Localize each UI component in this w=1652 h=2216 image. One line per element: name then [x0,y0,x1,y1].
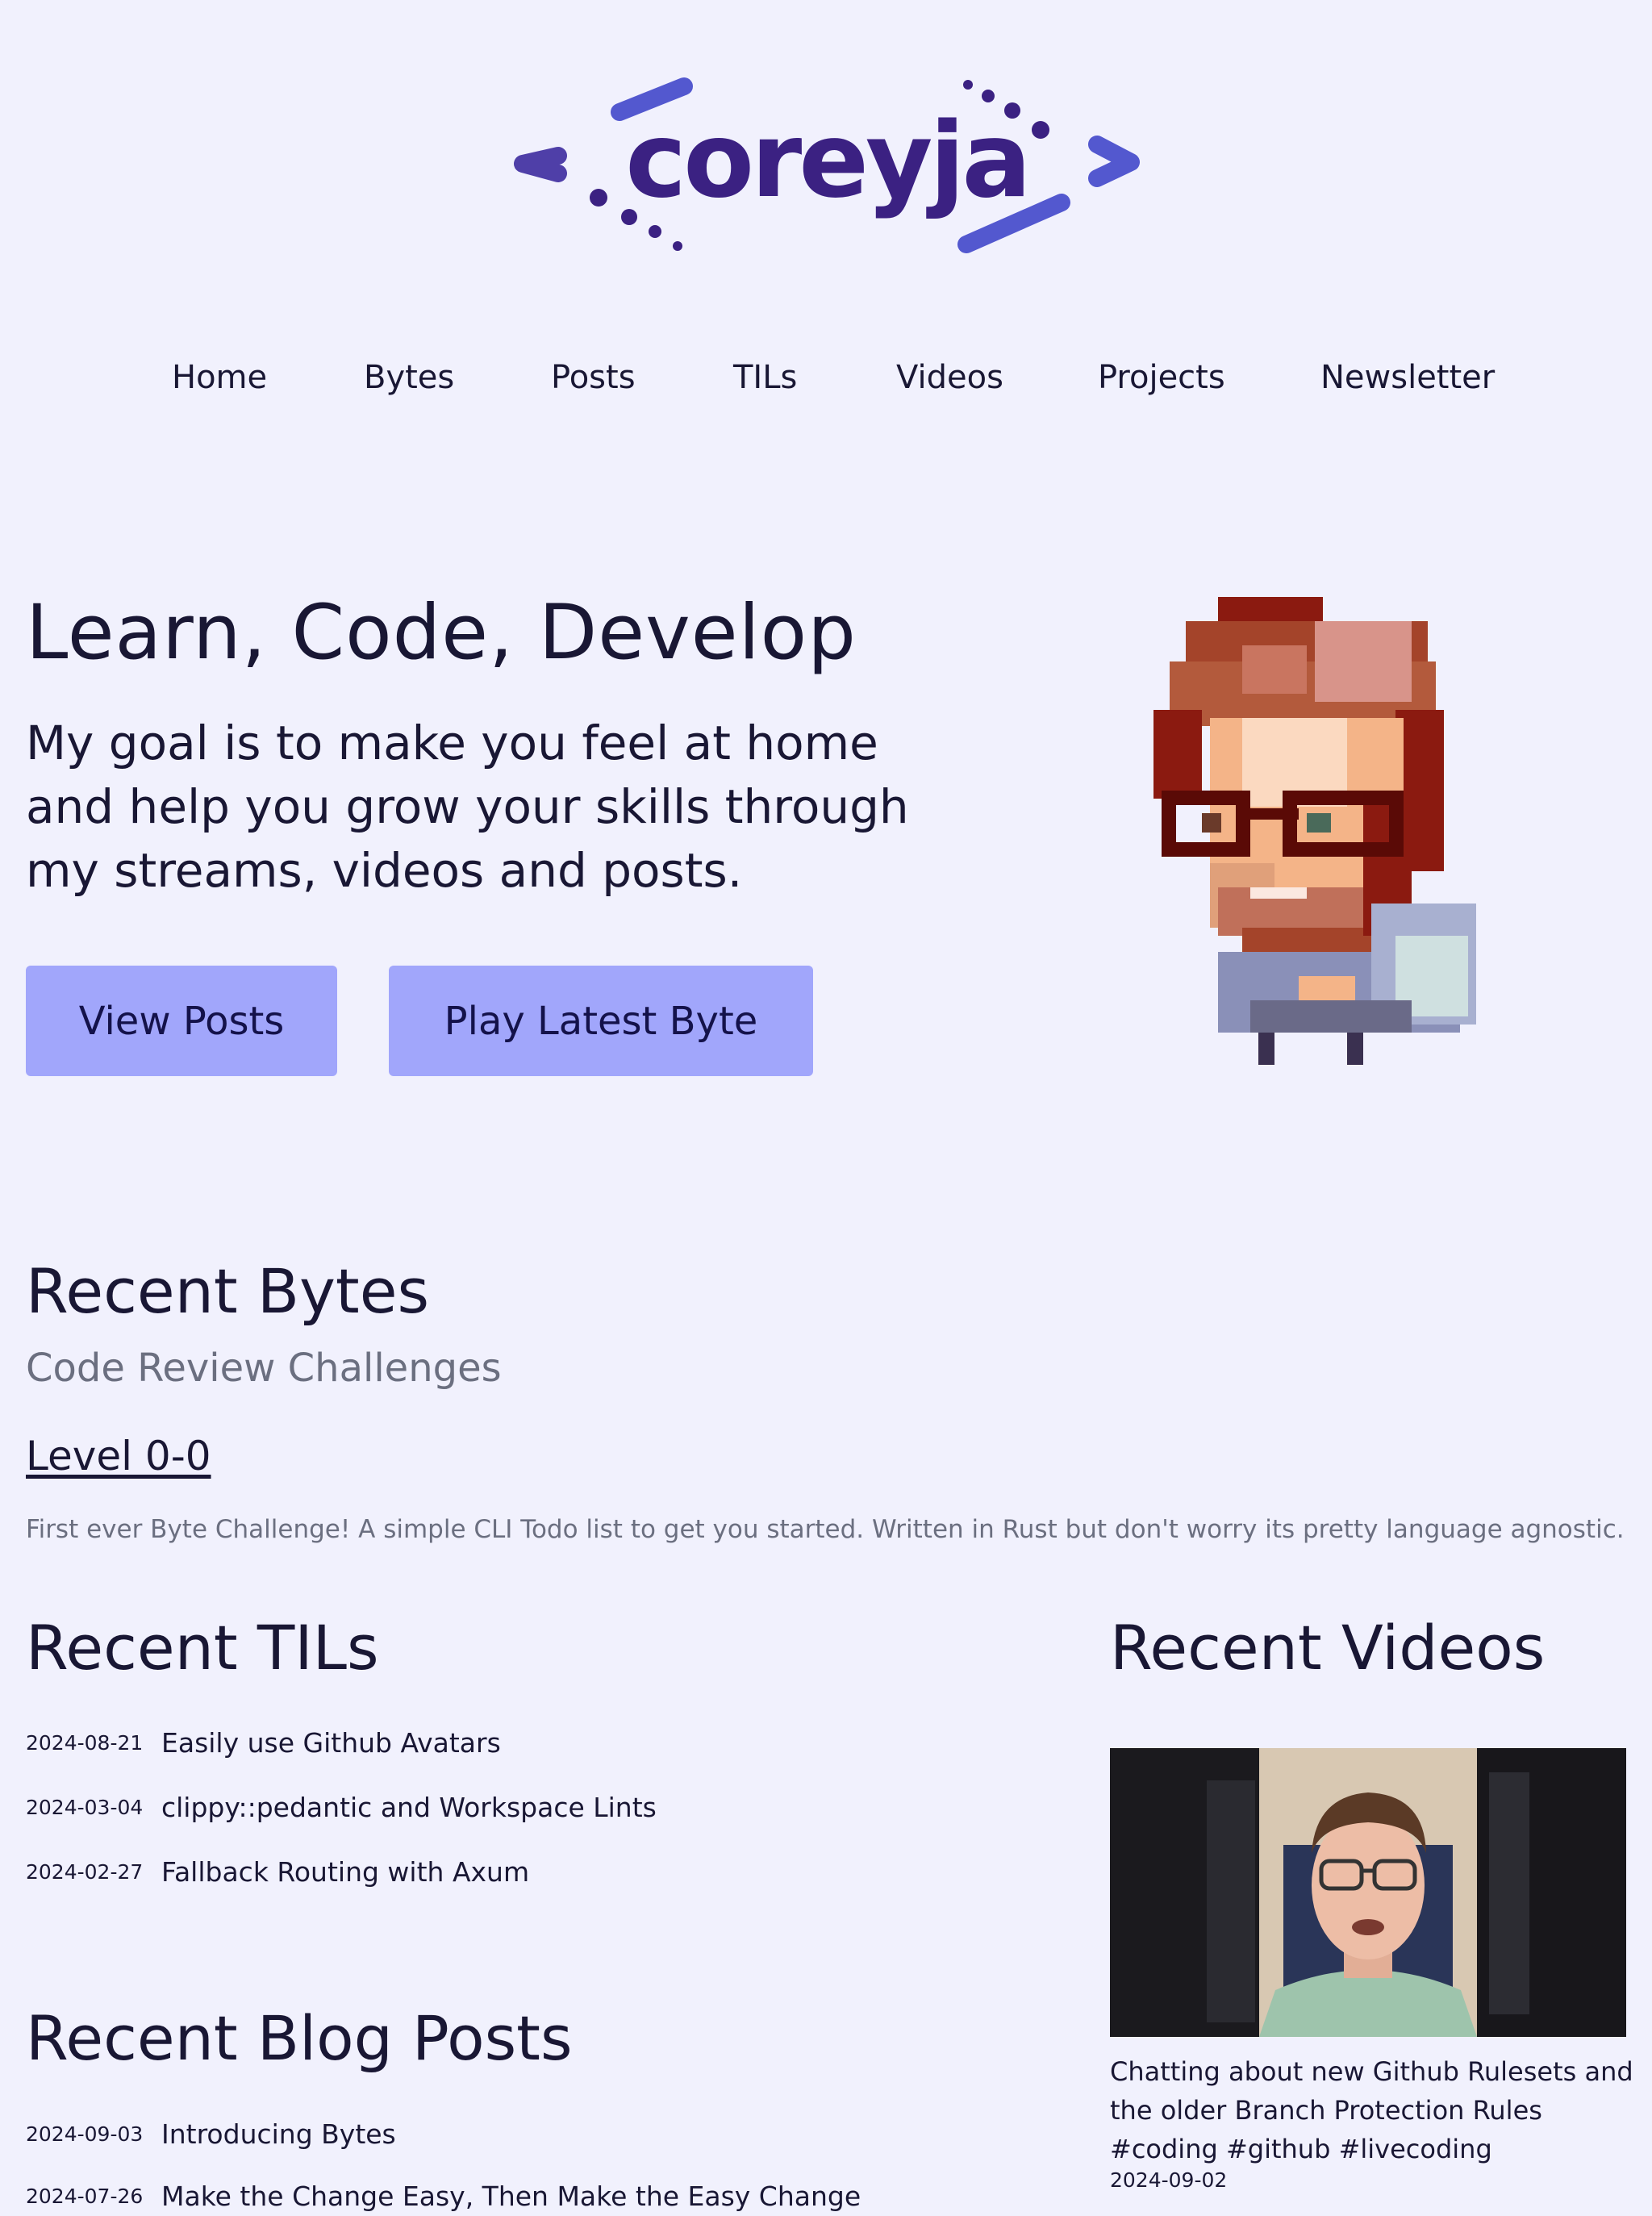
recent-posts-heading: Recent Blog Posts [26,2002,573,2074]
post-list-item: 2024-07-26 Make the Change Easy, Then Ma… [26,2176,861,2216]
recent-tils-heading: Recent TILs [26,1612,379,1684]
til-link[interactable]: Fallback Routing with Axum [161,1856,529,1888]
nav-newsletter[interactable]: Newsletter [1320,359,1495,396]
til-link[interactable]: clippy::pedantic and Workspace Lints [161,1792,657,1823]
logo-left-chevron [514,147,567,182]
hero-subtitle: My goal is to make you feel at home and … [26,716,909,898]
post-link[interactable]: Introducing Bytes [161,2118,396,2150]
til-date: 2024-08-21 [26,1730,144,1755]
post-link[interactable]: Make the Change Easy, Then Make the Easy… [161,2181,861,2212]
hero-title: Learn, Code, Develop [26,589,857,677]
nav-home[interactable]: Home [172,359,267,396]
post-list-item: 2024-09-03 Introducing Bytes [26,2114,396,2154]
byte-link[interactable]: Level 0-0 [26,1433,211,1479]
post-date: 2024-09-03 [26,2122,144,2146]
view-posts-button[interactable]: View Posts [26,966,337,1076]
byte-category: Code Review Challenges [26,1346,502,1391]
til-list-item: 2024-08-21 Easily use Github Avatars [26,1722,501,1763]
video-title-link[interactable]: Chatting about new Github Rulesets and t… [1110,2052,1642,2168]
byte-description: First ever Byte Challenge! A simple CLI … [26,1515,1625,1544]
recent-videos-heading: Recent Videos [1110,1612,1546,1684]
logo-wordmark: coreyja [625,101,1028,221]
video-date: 2024-09-02 [1110,2168,1228,2192]
site-logo[interactable]: coreyja [508,69,1145,262]
pixel-avatar-image [1153,597,1476,1065]
video-thumbnail-image [1110,1748,1626,2037]
video-thumbnail[interactable] [1110,1748,1626,2037]
main-nav: Home Bytes Posts TILs Videos Projects Ne… [0,359,1652,404]
til-date: 2024-03-04 [26,1795,144,1819]
nav-bytes[interactable]: Bytes [364,359,454,396]
nav-projects[interactable]: Projects [1098,359,1225,396]
nav-tils[interactable]: TILs [733,359,797,396]
til-link[interactable]: Easily use Github Avatars [161,1727,501,1759]
post-date: 2024-07-26 [26,2184,144,2208]
logo-right-chevron [1088,136,1140,187]
recent-bytes-heading: Recent Bytes [26,1255,430,1327]
nav-posts[interactable]: Posts [551,359,636,396]
til-date: 2024-02-27 [26,1859,144,1884]
nav-videos[interactable]: Videos [896,359,1003,396]
play-latest-byte-button[interactable]: Play Latest Byte [389,966,813,1076]
til-list-item: 2024-03-04 clippy::pedantic and Workspac… [26,1787,657,1827]
til-list-item: 2024-02-27 Fallback Routing with Axum [26,1851,529,1892]
